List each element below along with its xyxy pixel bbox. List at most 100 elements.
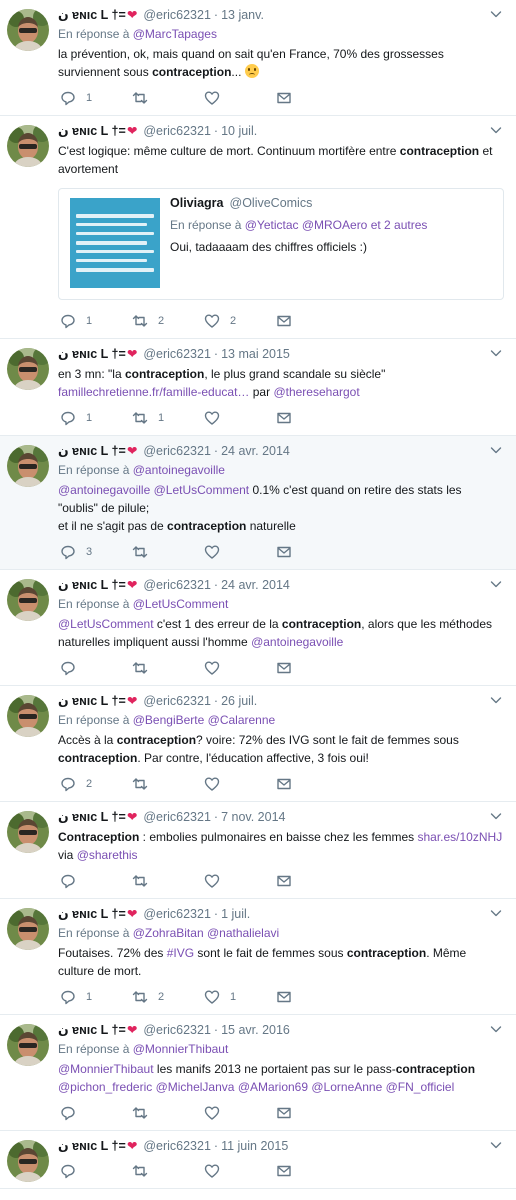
direct-message-button[interactable]	[276, 544, 306, 560]
reply-button[interactable]: 1	[60, 989, 132, 1005]
author-name[interactable]: ن ɐɴıc L †=	[58, 7, 126, 22]
author-name[interactable]: ن ɐɴıc L †=	[58, 1022, 126, 1037]
like-button[interactable]: 2	[204, 313, 276, 329]
retweet-button[interactable]	[132, 1105, 204, 1121]
direct-message-button[interactable]	[276, 776, 306, 792]
avatar[interactable]	[7, 445, 49, 487]
quoted-author-handle[interactable]: @OliveComics	[230, 196, 313, 210]
caret-menu-button[interactable]	[488, 1021, 502, 1035]
like-button[interactable]	[204, 544, 276, 560]
author-name[interactable]: ن ɐɴıc L †=	[58, 443, 126, 458]
like-button[interactable]	[204, 776, 276, 792]
text-link[interactable]: @AMarion69	[238, 1080, 308, 1094]
caret-menu-button[interactable]	[488, 122, 502, 136]
retweet-button[interactable]: 2	[132, 313, 204, 329]
reply-to-link[interactable]: @Calarenne	[208, 713, 276, 727]
author-name[interactable]: ن ɐɴıc L †=	[58, 906, 126, 921]
avatar[interactable]	[7, 579, 49, 621]
text-link[interactable]: @theresehargot	[273, 385, 359, 399]
like-button[interactable]	[204, 1105, 276, 1121]
author-name[interactable]: ن ɐɴıc L †=	[58, 346, 126, 361]
retweet-button[interactable]	[132, 544, 204, 560]
tweet-date[interactable]: 24 avr. 2014	[221, 578, 290, 592]
author-name[interactable]: ن ɐɴıc L †=	[58, 693, 126, 708]
quoted-tweet[interactable]: Oliviagra @OliveComics En réponse à @Yetic…	[58, 188, 504, 300]
reply-to-link[interactable]: @antoinegavoille	[133, 463, 225, 477]
avatar[interactable]	[7, 695, 49, 737]
author-handle[interactable]: @eric62321	[143, 810, 211, 824]
retweet-button[interactable]	[132, 873, 204, 889]
retweet-button[interactable]: 2	[132, 989, 204, 1005]
reply-button[interactable]	[60, 873, 132, 889]
tweet[interactable]: ن ɐɴıc L †= ❤ @eric62321 · 24 avr. 2014 En ré…	[0, 570, 516, 686]
direct-message-button[interactable]	[276, 660, 306, 676]
direct-message-button[interactable]	[276, 1105, 306, 1121]
tweet-date[interactable]: 26 juil.	[221, 694, 257, 708]
avatar[interactable]	[7, 1140, 49, 1182]
author-name[interactable]: ن ɐɴıc L †=	[58, 123, 126, 138]
author-handle[interactable]: @eric62321	[143, 444, 211, 458]
reply-to-link[interactable]: @BengiBerte	[133, 713, 205, 727]
caret-menu-button[interactable]	[488, 692, 502, 706]
caret-menu-button[interactable]	[488, 345, 502, 359]
tweet-date[interactable]: 15 avr. 2016	[221, 1023, 290, 1037]
author-handle[interactable]: @eric62321	[143, 578, 211, 592]
reply-button[interactable]: 1	[60, 410, 132, 426]
avatar[interactable]	[7, 125, 49, 167]
tweet-date[interactable]: 13 mai 2015	[221, 347, 290, 361]
avatar[interactable]	[7, 908, 49, 950]
like-button[interactable]	[204, 660, 276, 676]
caret-menu-button[interactable]	[488, 1137, 502, 1151]
direct-message-button[interactable]	[276, 410, 306, 426]
text-link[interactable]: @antoinegavoille	[58, 483, 150, 497]
reply-to-link[interactable]: @LetUsComment	[133, 597, 229, 611]
text-link[interactable]: @MichelJanva	[156, 1080, 235, 1094]
caret-menu-button[interactable]	[488, 576, 502, 590]
text-link[interactable]: famillechretienne.fr/famille-educat…	[58, 385, 249, 399]
tweet-date[interactable]: 24 avr. 2014	[221, 444, 290, 458]
author-handle[interactable]: @eric62321	[143, 907, 211, 921]
text-link[interactable]: @LorneAnne	[311, 1080, 382, 1094]
author-name[interactable]: ن ɐɴıc L †=	[58, 1138, 126, 1153]
tweet-date[interactable]: 7 nov. 2014	[221, 810, 285, 824]
direct-message-button[interactable]	[276, 1163, 306, 1179]
direct-message-button[interactable]	[276, 313, 306, 329]
tweet-date[interactable]: 10 juil.	[221, 124, 257, 138]
text-link[interactable]: @pichon_frederic	[58, 1080, 152, 1094]
text-link[interactable]: @FN_officiel	[386, 1080, 455, 1094]
avatar[interactable]	[7, 348, 49, 390]
reply-button[interactable]: 1	[60, 90, 132, 106]
quoted-author-name[interactable]: Oliviagra	[170, 196, 224, 210]
author-handle[interactable]: @eric62321	[143, 694, 211, 708]
tweet[interactable]: ن ɐɴıc L †= ❤ @eric62321 · 13 mai 2015 en 3 m…	[0, 339, 516, 436]
reply-button[interactable]: 1	[60, 313, 132, 329]
reply-to-link[interactable]: @MonnierThibaut	[133, 1042, 229, 1056]
caret-menu-button[interactable]	[488, 808, 502, 822]
author-handle[interactable]: @eric62321	[143, 8, 211, 22]
reply-to-link[interactable]: @nathalielavi	[207, 926, 279, 940]
reply-to-link[interactable]: @MarcTapages	[133, 27, 217, 41]
caret-menu-button[interactable]	[488, 905, 502, 919]
tweet-date[interactable]: 11 juin 2015	[221, 1139, 288, 1153]
like-button[interactable]	[204, 873, 276, 889]
tweet-date[interactable]: 1 juil.	[221, 907, 250, 921]
direct-message-button[interactable]	[276, 989, 306, 1005]
reply-button[interactable]	[60, 660, 132, 676]
like-button[interactable]	[204, 90, 276, 106]
tweet[interactable]: ن ɐɴıc L †= ❤ @eric62321 · 7 nov. 2014 Contra…	[0, 802, 516, 899]
avatar[interactable]	[7, 1024, 49, 1066]
reply-to-link[interactable]: @Yetictac @MROAero et 2 autres	[245, 218, 428, 232]
tweet[interactable]: ن ɐɴıc L †= ❤ @eric62321 · 15 avr. 2016 En ré…	[0, 1015, 516, 1131]
author-handle[interactable]: @eric62321	[143, 124, 211, 138]
tweet[interactable]: ن ɐɴıc L †= ❤ @eric62321 · 10 juil. C'est log…	[0, 116, 516, 339]
author-name[interactable]: ن ɐɴıc L †=	[58, 577, 126, 592]
text-link[interactable]: shar.es/10zNHJ	[417, 830, 502, 844]
author-handle[interactable]: @eric62321	[143, 1023, 211, 1037]
retweet-button[interactable]	[132, 1163, 204, 1179]
avatar[interactable]	[7, 811, 49, 853]
tweet-date[interactable]: 13 janv.	[221, 8, 264, 22]
tweet[interactable]: ن ɐɴıc L †= ❤ @eric62321 · 26 juil. En répons…	[0, 686, 516, 802]
like-button[interactable]: 1	[204, 989, 276, 1005]
reply-button[interactable]	[60, 1163, 132, 1179]
reply-button[interactable]: 2	[60, 776, 132, 792]
